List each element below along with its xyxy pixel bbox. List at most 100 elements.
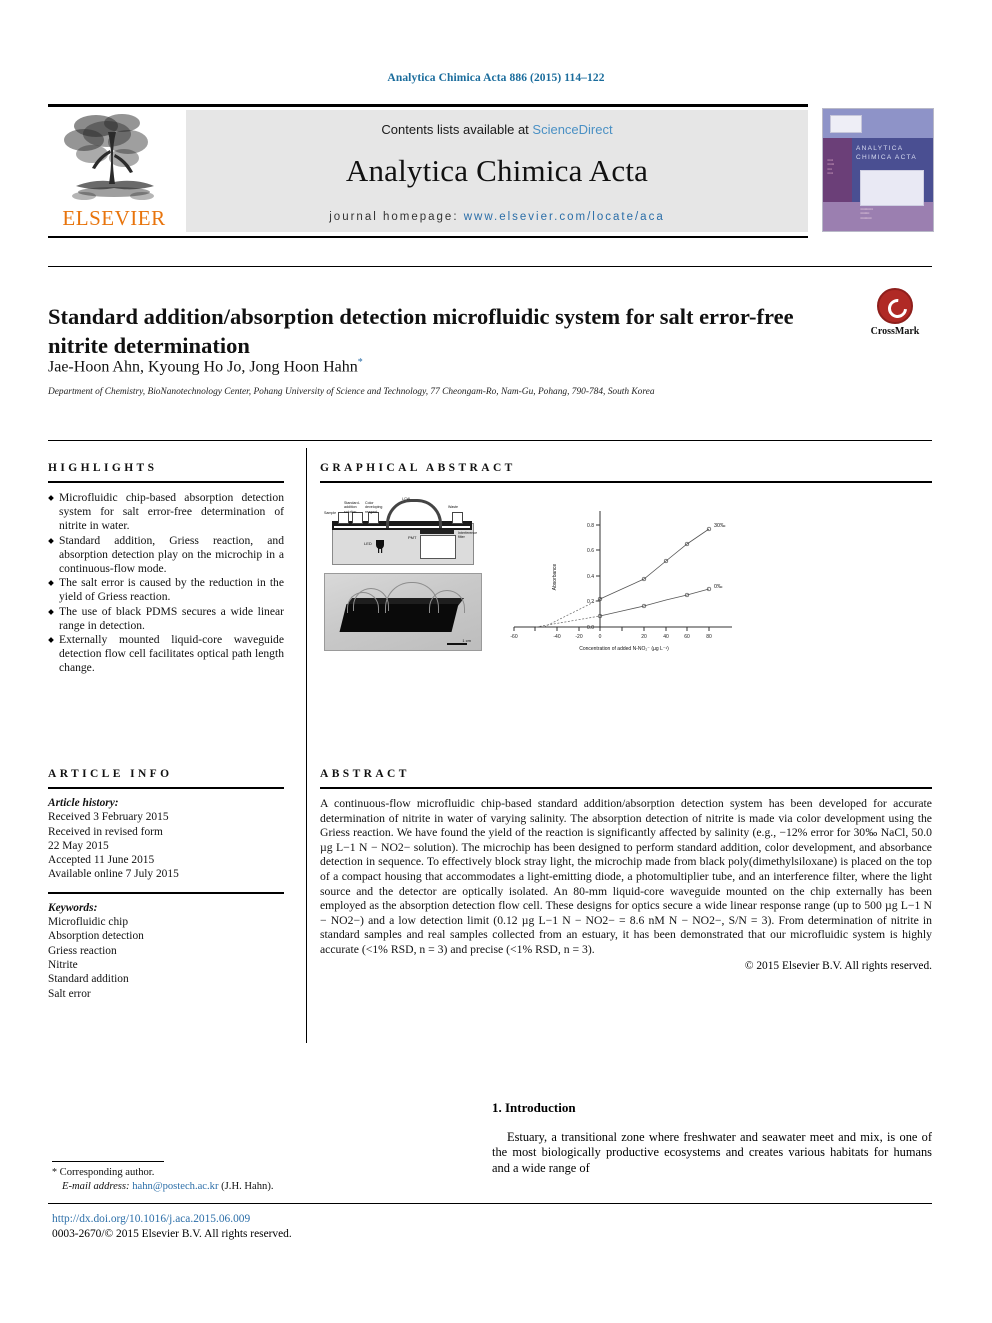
- lcw-loop-shape: [386, 499, 442, 528]
- calibration-chart-svg: -60 -40 -20 0 20 40 60 80 0.0 0.2 0.4 0.…: [510, 511, 732, 652]
- svg-text:60: 60: [684, 634, 690, 640]
- svg-text:-40: -40: [553, 634, 560, 640]
- keyword-item: Griess reaction: [48, 944, 117, 957]
- svg-text:0.6: 0.6: [587, 548, 594, 554]
- abstract-copyright: © 2015 Elsevier B.V. All rights reserved…: [744, 959, 932, 972]
- title-bottom-rule: [48, 440, 932, 441]
- author-list: Jae-Hoon Ahn, Kyoung Ho Jo, Jong Hoon Ha…: [48, 357, 818, 376]
- footnote-rule: [52, 1161, 164, 1162]
- article-history-block: Article history: Received 3 February 201…: [48, 796, 284, 882]
- contents-available-line: Contents lists available at ScienceDirec…: [186, 110, 808, 137]
- graphical-abstract-figure: PMT LED Sample Standard-addition solutio…: [320, 495, 932, 663]
- abstract-heading: ABSTRACT: [320, 768, 410, 780]
- sciencedirect-link[interactable]: ScienceDirect: [532, 122, 612, 137]
- graphical-abstract-rule: [320, 481, 932, 483]
- journal-cover-thumbnail: ANALYTICA CHIMICA ACTA ▪▪▪▪▪ ▪▪▪▪▪▪ ▪▪▪▪ ▪▪…: [822, 108, 934, 232]
- elsevier-tree-icon: [64, 114, 154, 200]
- led-icon: [376, 540, 384, 553]
- masthead-top-rule: [48, 104, 808, 107]
- schematic-label-filter: Interference filter: [458, 531, 478, 540]
- device-photograph: 1 cm: [324, 573, 482, 651]
- device-schematic-diagram: PMT LED Sample Standard-addition solutio…: [324, 497, 480, 569]
- svg-text:0: 0: [599, 634, 602, 640]
- schematic-label-lcw: LCW: [402, 497, 410, 501]
- chart-xlabel: Concentration of added N-NO₂⁻ (µg L⁻¹): [579, 646, 669, 652]
- schematic-label-led: LED: [364, 541, 372, 546]
- column-divider: [306, 448, 307, 1043]
- series-label-30: 30‰: [714, 523, 726, 529]
- graphical-abstract-section: GRAPHICAL ABSTRACT PMT LED Sample Standa…: [320, 462, 932, 663]
- keyword-item: Nitrite: [48, 958, 78, 971]
- footer-rule: [48, 1203, 932, 1204]
- masthead-bottom-rule: [48, 236, 808, 238]
- introduction-paragraph: Estuary, a transitional zone where fresh…: [492, 1130, 932, 1175]
- svg-text:0.8: 0.8: [587, 523, 594, 529]
- series-label-0: 0‰: [714, 584, 723, 590]
- svg-text:0.2: 0.2: [587, 599, 594, 605]
- svg-text:-60: -60: [510, 634, 517, 640]
- cover-side-text: ▪▪▪▪▪ ▪▪▪▪▪▪ ▪▪▪▪ ▪▪▪▪▪: [827, 157, 835, 176]
- abstract-rule: [320, 787, 932, 789]
- svg-text:0.0: 0.0: [587, 625, 594, 631]
- history-item: Available online 7 July 2015: [48, 868, 179, 881]
- keywords-rule: [48, 891, 284, 894]
- keyword-item: Microfluidic chip: [48, 916, 129, 929]
- keywords-block: Keywords: Microfluidic chip Absorption d…: [48, 901, 284, 1001]
- list-item: Microfluidic chip-based absorption detec…: [48, 491, 284, 534]
- list-item: The use of black PDMS secures a wide lin…: [48, 605, 284, 633]
- cover-bottom-text: ▪▪▪▪▪▪▪▪▪▪▪ ▪▪▪▪▪▪▪▪ ▪▪▪▪▪▪▪▪▪▪: [860, 206, 873, 220]
- corresponding-author-marker: *: [357, 357, 363, 368]
- svg-text:80: 80: [706, 634, 712, 640]
- author-affiliation: Department of Chemistry, BioNanotechnolo…: [48, 387, 655, 397]
- crossmark-label: CrossMark: [870, 326, 920, 337]
- keyword-item: Standard addition: [48, 973, 129, 986]
- list-item: Standard addition, Griess reaction, and …: [48, 534, 284, 577]
- keyword-item: Salt error: [48, 987, 91, 1000]
- running-head: Analytica Chimica Acta 886 (2015) 114–12…: [387, 72, 605, 84]
- crossmark-icon: [877, 288, 913, 324]
- history-item: 22 May 2015: [48, 839, 109, 852]
- journal-title: Analytica Chimica Acta: [345, 153, 649, 188]
- list-item: The salt error is caused by the reductio…: [48, 576, 284, 604]
- cover-elsevier-box: [829, 115, 863, 133]
- graphical-abstract-heading: GRAPHICAL ABSTRACT: [320, 462, 516, 474]
- history-item: Received 3 February 2015: [48, 811, 169, 824]
- author-names: Jae-Hoon Ahn, Kyoung Ho Jo, Jong Hoon Ha…: [48, 358, 358, 376]
- abstract-section: ABSTRACT A continuous-flow microfluidic …: [320, 768, 932, 972]
- svg-text:0.4: 0.4: [587, 574, 594, 580]
- email-link[interactable]: hahn@postech.ac.kr: [132, 1181, 218, 1192]
- homepage-prefix: journal homepage:: [329, 211, 464, 223]
- schematic-label-pmt: PMT: [408, 535, 417, 540]
- footnote-star-icon: *: [52, 1167, 57, 1178]
- page-title: Standard addition/absorption detection m…: [48, 304, 794, 359]
- highlights-heading: HIGHLIGHTS: [48, 462, 158, 474]
- elsevier-logo: ELSEVIER: [50, 110, 178, 232]
- homepage-url-link[interactable]: www.elsevier.com/locate/aca: [464, 211, 665, 223]
- crossmark-badge-group[interactable]: CrossMark: [858, 288, 932, 337]
- photo-scalebar-label: 1 cm: [462, 638, 471, 643]
- schematic-label-reagent: Color developing reagent: [365, 501, 383, 514]
- history-item: Received in revised form: [48, 825, 163, 838]
- chart-ylabel: Absorbance: [552, 563, 558, 590]
- svg-text:20: 20: [641, 634, 647, 640]
- contents-prefix: Contents lists available at: [381, 122, 533, 137]
- title-top-rule: [48, 266, 932, 267]
- highlights-rule: [48, 481, 284, 483]
- list-item: Externally mounted liquid-core waveguide…: [48, 633, 284, 676]
- schematic-label-standard: Standard-addition solution: [344, 501, 360, 514]
- elsevier-wordmark: ELSEVIER: [62, 206, 166, 230]
- article-info-heading: ARTICLE INFO: [48, 768, 173, 780]
- abstract-text: A continuous-flow microfluidic chip-base…: [320, 797, 932, 956]
- photo-scalebar: [447, 643, 467, 645]
- schematic-label-sample: Sample: [324, 511, 337, 515]
- article-info-rule: [48, 787, 284, 789]
- introduction-heading: 1. Introduction: [492, 1100, 576, 1115]
- keywords-label: Keywords:: [48, 901, 98, 914]
- issn-copyright-line: 0003-2670/© 2015 Elsevier B.V. All right…: [52, 1228, 292, 1240]
- corresponding-author-footnote: * Corresponding author. E-mail address: …: [52, 1166, 442, 1193]
- keyword-item: Absorption detection: [48, 930, 144, 943]
- highlights-section: HIGHLIGHTS Microfluidic chip-based absor…: [48, 462, 284, 676]
- doi-link[interactable]: http://dx.doi.org/10.1016/j.aca.2015.06.…: [52, 1213, 250, 1225]
- svg-text:40: 40: [663, 634, 669, 640]
- introduction-section: 1. Introduction Estuary, a transitional …: [492, 1100, 932, 1176]
